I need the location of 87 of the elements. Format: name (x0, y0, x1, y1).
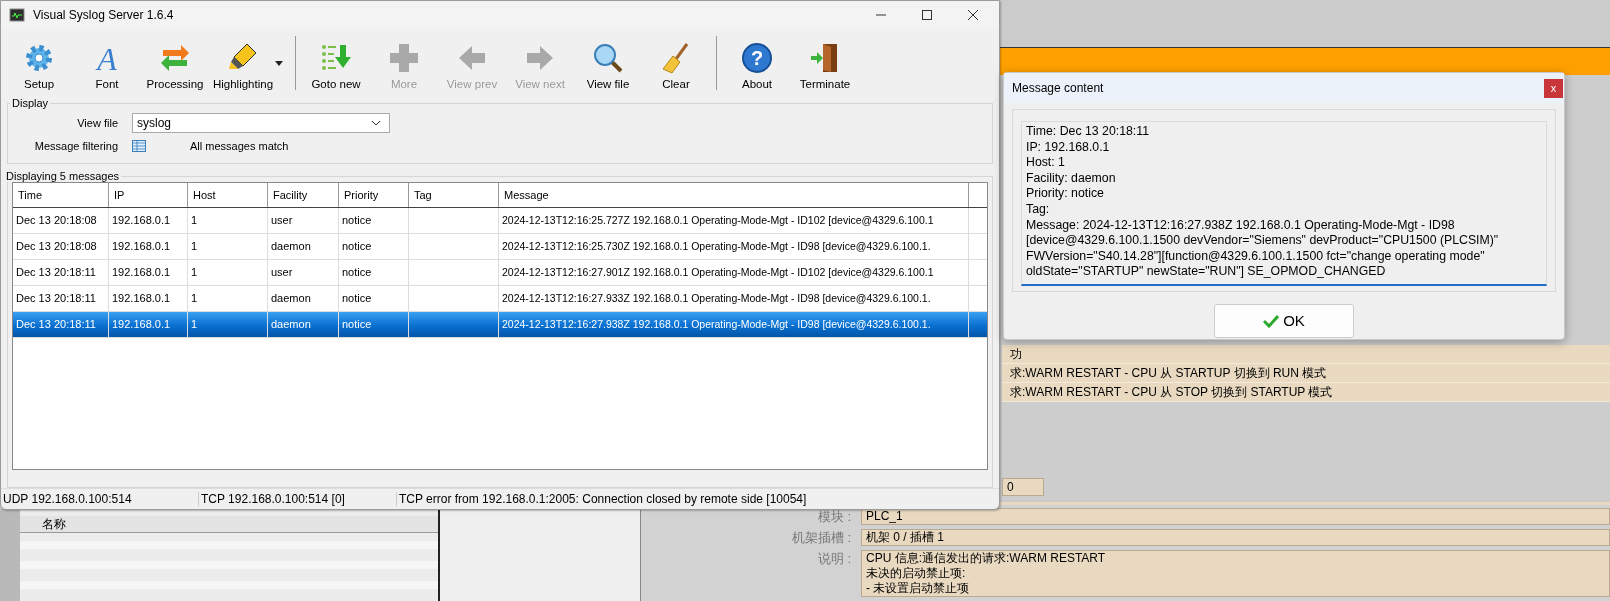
toolbar-button[interactable]: Highlighting (209, 32, 277, 94)
filter-table-icon[interactable] (132, 139, 146, 152)
table-cell: notice (342, 318, 372, 330)
table-cell: Dec 13 20:18:11 (16, 318, 96, 330)
toolbar-button[interactable]: Terminate (791, 32, 859, 94)
column-header[interactable]: Host (188, 183, 268, 207)
toolbar-button[interactable]: ? About (723, 32, 791, 94)
table-cell: 2024-12-13T12:16:25.730Z 192.168.0.1 Operating-Mode-Mgt - ID98 [device@4329.6.100.1. (502, 240, 931, 252)
property-value: 机架 0 / 插槽 1 (861, 529, 1610, 546)
table-row[interactable]: Dec 13 20:18:11 192.168.0.1 1 daemon notice 2024-12-13T12:16:27.938Z 192.168.0.1 Operating-Mode-Mgt - ID98 [device@4329.6.100.1. (13, 312, 987, 338)
toolbar-button[interactable]: Setup (5, 32, 73, 94)
table-cell: daemon (271, 292, 311, 304)
property-value: CPU 信息:通信发出的请求:WARM RESTART 未决的启动禁止项: - 未设置启动禁止项 (861, 550, 1610, 597)
table-cell: user (271, 214, 293, 226)
ok-button[interactable]: OK (1214, 303, 1354, 338)
group-title: Display (11, 97, 50, 109)
maximize-icon[interactable] (921, 9, 933, 21)
dialog-title: Message content (1012, 81, 1104, 95)
table-row[interactable]: Dec 13 20:18:11 192.168.0.1 1 user notice 2024-12-13T12:16:27.901Z 192.168.0.1 Operating-Mode-Mgt - ID102 [device@4329.6.100.1 (13, 260, 987, 286)
toolbar-button[interactable]: Clear (642, 32, 710, 94)
table-cell: Dec 13 20:18:11 (16, 266, 96, 278)
table-cell: Dec 13 20:18:11 (16, 292, 96, 304)
column-header[interactable]: IP (109, 183, 188, 207)
toolbar-button[interactable]: View file (574, 32, 642, 94)
table-cell: 192.168.0.1 (112, 266, 171, 278)
filter-status: All messages match (190, 139, 289, 152)
close-button[interactable]: x (1544, 78, 1563, 98)
column-header[interactable]: Time (13, 183, 109, 207)
toolbar-button[interactable]: Goto new (302, 32, 370, 94)
toolbar-button[interactable]: Processing (141, 32, 209, 94)
table-cell: notice (342, 240, 372, 252)
app-icon (9, 7, 25, 23)
table-cell: 2024-12-13T12:16:27.901Z 192.168.0.1 Operating-Mode-Mgt - ID102 [device@4329.6.100.1 (502, 266, 934, 278)
log-row: 求:WARM RESTART - CPU 从 STOP 切换到 STARTUP 模式 (1002, 383, 1610, 402)
table-cell: notice (342, 292, 372, 304)
window-title: Visual Syslog Server 1.6.4 (33, 8, 174, 22)
property-value: PLC_1 (861, 508, 1610, 525)
letter-icon: A (91, 42, 123, 74)
table-cell: 192.168.0.1 (112, 214, 171, 226)
table-cell: 192.168.0.1 (112, 240, 171, 252)
column-header[interactable]: Tag (409, 183, 499, 207)
table-cell: 1 (191, 292, 198, 304)
status-text: TCP error from 192.168.0.1:2005: Connection closed by remote side [10054] (396, 492, 807, 506)
table-cell: 1 (191, 266, 198, 278)
property-label: 机架插槽 : (790, 529, 852, 547)
table-cell: notice (342, 214, 372, 226)
column-header: 名称 (20, 516, 438, 533)
table-cell: 1 (191, 318, 198, 330)
magnifier-icon (592, 42, 624, 74)
table-cell: 2024-12-13T12:16:27.933Z 192.168.0.1 Operating-Mode-Mgt - ID98 [device@4329.6.100.1. (502, 292, 931, 304)
help-icon: ? (741, 42, 773, 74)
toolbar-button[interactable]: A Font (73, 32, 141, 94)
log-row: 求:WARM RESTART - CPU 从 STARTUP 切换到 RUN 模式 (1002, 364, 1610, 383)
table-cell: daemon (271, 318, 311, 330)
column-header[interactable]: Message (499, 183, 969, 207)
table-cell: notice (342, 266, 372, 278)
field-label: View file (76, 116, 118, 129)
caret-icon[interactable] (275, 60, 283, 66)
log-row: 功 (1002, 345, 1610, 364)
close-icon[interactable] (967, 9, 979, 21)
table-cell: 2024-12-13T12:16:27.938Z 192.168.0.1 Operating-Mode-Mgt - ID98 [device@4329.6.100.1. (502, 318, 931, 330)
table-cell: 1 (191, 214, 198, 226)
status-text: UDP 192.168.0.100:514 (2, 492, 133, 506)
table-cell: daemon (271, 240, 311, 252)
value-field: 0 (1002, 478, 1044, 496)
table-cell: Dec 13 20:18:08 (16, 214, 97, 226)
table-cell: 192.168.0.1 (112, 318, 171, 330)
table-cell: 192.168.0.1 (112, 292, 171, 304)
chevron-down-icon (371, 119, 381, 126)
message-text-area[interactable]: Time: Dec 13 20:18:11 IP: 192.168.0.1 Host: 1 Facility: daemon Priority: notice Tag: Message: 2024-12-13T12:16:27.938Z 192.168.0.1 Operating-Mode-Mgt - ID98 [device@4329.6.100.1.1500 devVendor="Siemens" devProduct="CPU1500 (PLCSIM)" FWVersion="S40.14.28"][function@4329.6.100.1.1500 fct="change operating mode" oldState="STARTUP" newState="RUN"] SE_OPMOD_CHANGED (1021, 121, 1547, 286)
table-row[interactable]: Dec 13 20:18:08 192.168.0.1 1 daemon notice 2024-12-13T12:16:25.730Z 192.168.0.1 Operating-Mode-Mgt - ID98 [device@4329.6.100.1. (13, 234, 987, 260)
group-title: Displaying 5 messages (5, 170, 121, 182)
property-label: 说明 : (816, 550, 852, 568)
table-cell: user (271, 266, 293, 278)
table-cell: 2024-12-13T12:16:25.727Z 192.168.0.1 Operating-Mode-Mgt - ID102 [device@4329.6.100.1 (502, 214, 934, 226)
column-header[interactable]: Priority (339, 183, 409, 207)
table-cell: 1 (191, 240, 198, 252)
field-label: Message filtering (33, 139, 118, 152)
checkmark-icon (1263, 313, 1280, 328)
property-label: 模块 : (816, 508, 852, 526)
plus-icon (388, 42, 420, 74)
gear-icon (23, 42, 55, 74)
status-text: TCP 192.168.0.100:514 [0] (198, 492, 396, 506)
table-row[interactable]: Dec 13 20:18:08 192.168.0.1 1 user notice 2024-12-13T12:16:25.727Z 192.168.0.1 Operating-Mode-Mgt - ID102 [device@4329.6.100.1 (13, 208, 987, 234)
table-cell: Dec 13 20:18:08 (16, 240, 97, 252)
view-file-dropdown[interactable]: syslog (132, 112, 390, 133)
column-header[interactable]: Facility (268, 183, 339, 207)
